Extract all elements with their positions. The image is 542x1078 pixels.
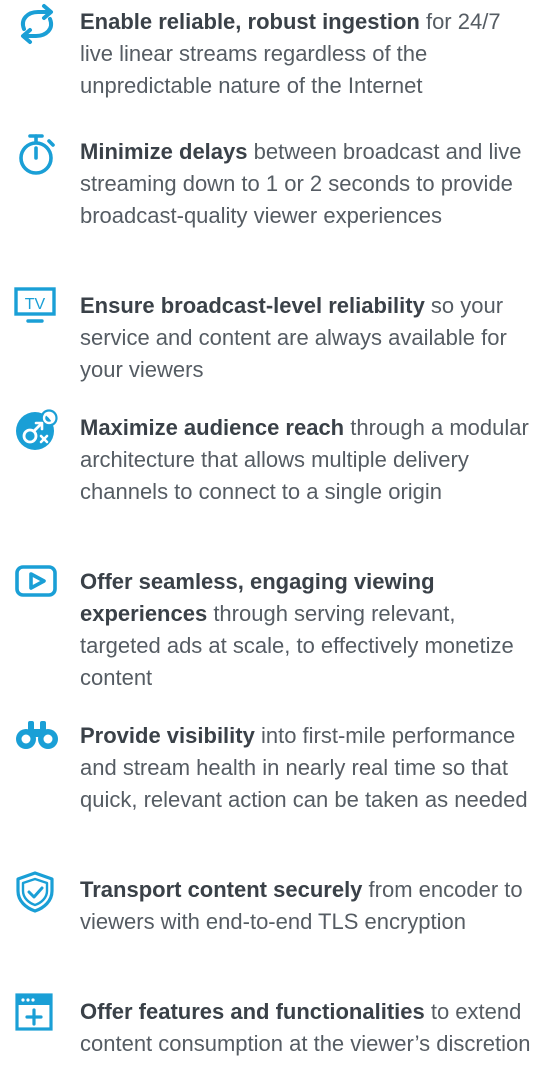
benefit-text: Provide visibility into first-mile perfo… — [80, 720, 535, 816]
shield-check-icon — [14, 871, 60, 913]
benefit-text: Enable reliable, robust ingestion for 24… — [80, 6, 535, 102]
benefit-text: Offer features and functionalities to ex… — [80, 996, 535, 1060]
play-button-icon — [14, 563, 60, 605]
benefit-text: Maximize audience reach through a modula… — [80, 412, 535, 508]
sync-arrows-icon — [14, 3, 60, 45]
benefit-list: Enable reliable, robust ingestion for 24… — [0, 0, 542, 1078]
benefit-lead: Maximize audience reach — [80, 415, 345, 440]
benefit-text: Ensure broadcast-level reliability so yo… — [80, 290, 535, 386]
benefit-lead: Offer features and functionalities — [80, 999, 425, 1024]
tv-icon: TV — [14, 287, 60, 329]
benefit-lead: Enable reliable, robust ingestion — [80, 9, 420, 34]
add-window-icon — [14, 993, 60, 1035]
binoculars-icon — [14, 717, 60, 759]
benefit-lead: Minimize delays — [80, 139, 248, 164]
stopwatch-icon — [14, 133, 60, 175]
benefit-text: Minimize delays between broadcast and li… — [80, 136, 535, 232]
benefit-lead: Transport content securely — [80, 877, 363, 902]
benefit-text: Transport content securely from encoder … — [80, 874, 535, 938]
benefit-text: Offer seamless, engaging viewing experie… — [80, 566, 535, 694]
audience-gender-icon — [14, 409, 60, 451]
benefit-lead: Provide visibility — [80, 723, 255, 748]
benefit-lead: Ensure broadcast-level reliability — [80, 293, 425, 318]
tv-icon-label: TV — [25, 296, 46, 313]
